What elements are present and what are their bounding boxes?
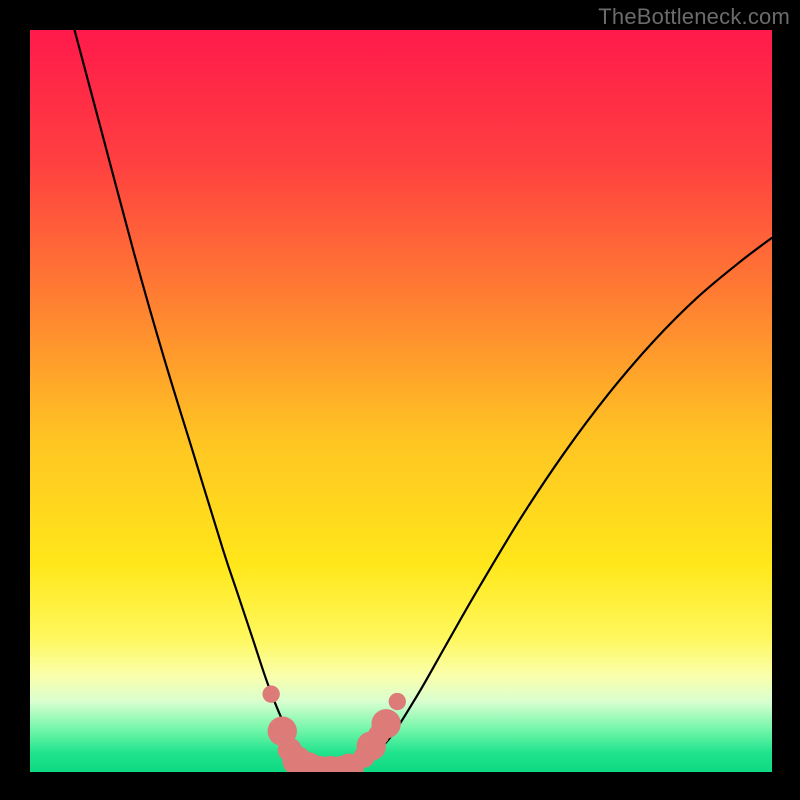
chart-container: TheBottleneck.com bbox=[0, 0, 800, 800]
highlight-dot bbox=[371, 709, 400, 738]
bottleneck-chart bbox=[0, 0, 800, 800]
plot-background-gradient bbox=[30, 30, 772, 772]
highlight-dot bbox=[262, 685, 279, 702]
highlight-dot bbox=[389, 693, 406, 710]
